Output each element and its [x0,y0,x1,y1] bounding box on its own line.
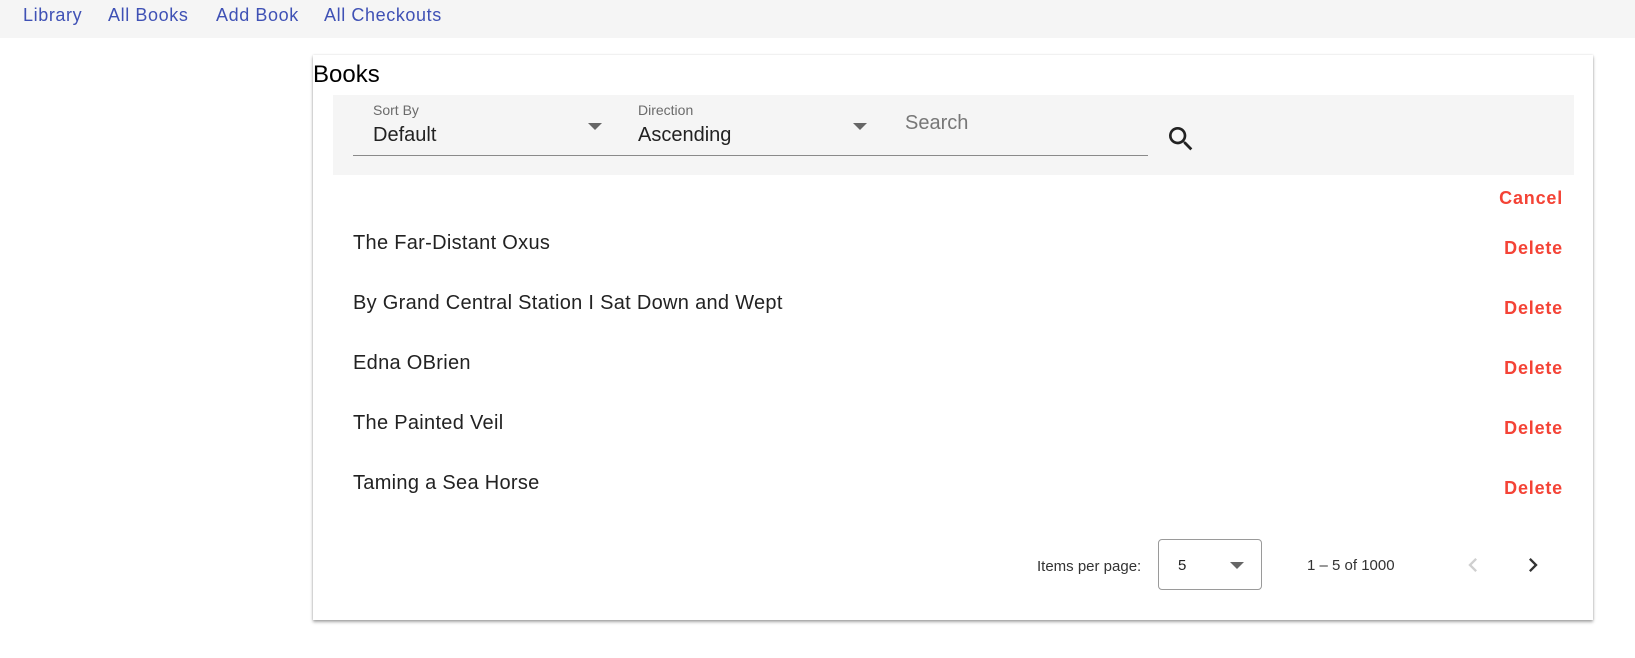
book-title: The Far-Distant Oxus [353,232,551,254]
book-row: The Far-Distant Oxus Delete [353,232,1563,272]
next-page-button[interactable] [1519,551,1547,579]
chevron-down-icon [1230,562,1244,569]
book-row: By Grand Central Station I Sat Down and … [353,292,1563,332]
search-button[interactable] [1165,123,1197,155]
direction-value: Ascending [638,124,732,146]
book-title: Taming a Sea Horse [353,472,540,494]
search-icon [1169,127,1193,151]
delete-button[interactable]: Delete [1504,298,1563,319]
top-nav: Library All Books Add Book All Checkouts [0,0,1635,38]
delete-button[interactable]: Delete [1504,238,1563,259]
book-row: Taming a Sea Horse Delete [353,472,1563,512]
direction-label: Direction [638,102,694,118]
previous-page-button[interactable] [1459,551,1487,579]
items-per-page-label: Items per page: [1037,558,1142,575]
sort-by-select[interactable]: Sort By Default [353,95,618,156]
items-per-page-select[interactable]: 5 [1158,539,1262,590]
items-per-page-value: 5 [1178,557,1187,574]
sort-by-value: Default [373,124,437,146]
nav-all-checkouts[interactable]: All Checkouts [324,5,442,26]
delete-button[interactable]: Delete [1504,478,1563,499]
paginator: Items per page: 5 1 – 5 of 1000 [313,539,1593,595]
cancel-button[interactable]: Cancel [1499,188,1563,209]
book-row: Edna OBrien Delete [353,352,1563,392]
nav-all-books[interactable]: All Books [108,5,188,26]
direction-select[interactable]: Direction Ascending [618,95,883,156]
search-input[interactable] [903,111,1137,136]
nav-library[interactable]: Library [23,5,82,26]
chevron-down-icon [853,123,867,130]
page-title: Books [313,61,380,88]
filter-bar: Sort By Default Direction Ascending [333,95,1574,175]
book-title: The Painted Veil [353,412,504,434]
sort-by-label: Sort By [373,102,419,118]
book-title: Edna OBrien [353,352,471,374]
page-range-label: 1 – 5 of 1000 [1307,557,1395,574]
chevron-right-icon [1529,558,1538,572]
chevron-down-icon [588,123,602,130]
delete-button[interactable]: Delete [1504,418,1563,439]
delete-button[interactable]: Delete [1504,358,1563,379]
chevron-left-icon [1468,558,1477,572]
book-row: The Painted Veil Delete [353,412,1563,452]
nav-add-book[interactable]: Add Book [216,5,299,26]
books-card: Books Sort By Default Direction Ascendin… [313,55,1593,620]
book-title: By Grand Central Station I Sat Down and … [353,292,783,314]
search-field [883,95,1148,156]
